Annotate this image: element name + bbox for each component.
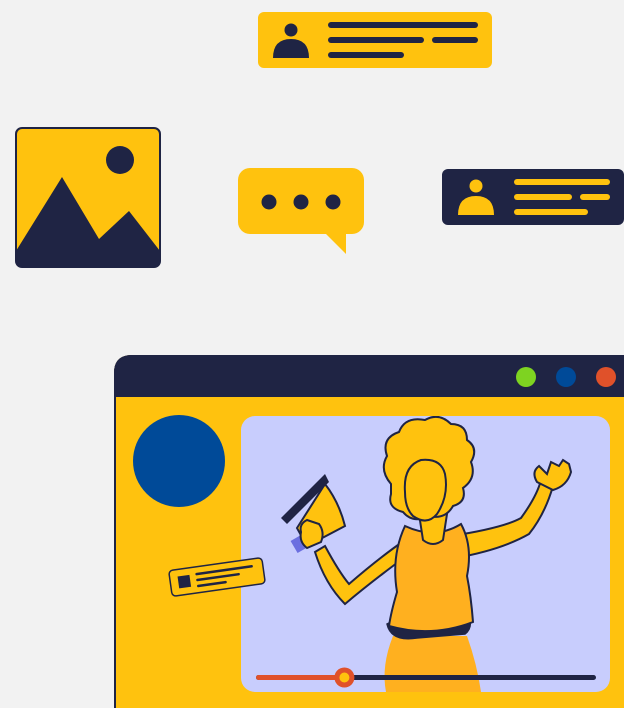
woman-with-megaphone-illustration xyxy=(241,416,610,692)
progress-handle[interactable] xyxy=(334,667,355,688)
chat-bubble-icon xyxy=(238,168,364,256)
profile-card-right xyxy=(442,169,624,225)
profile-card-top xyxy=(258,12,492,68)
window-control-red[interactable] xyxy=(596,367,616,387)
window-control-blue[interactable] xyxy=(556,367,576,387)
image-landscape-icon xyxy=(15,127,161,268)
avatar xyxy=(133,415,225,507)
video-progress-slider[interactable] xyxy=(256,664,598,690)
window-control-green[interactable] xyxy=(516,367,536,387)
progress-fill xyxy=(256,675,345,680)
